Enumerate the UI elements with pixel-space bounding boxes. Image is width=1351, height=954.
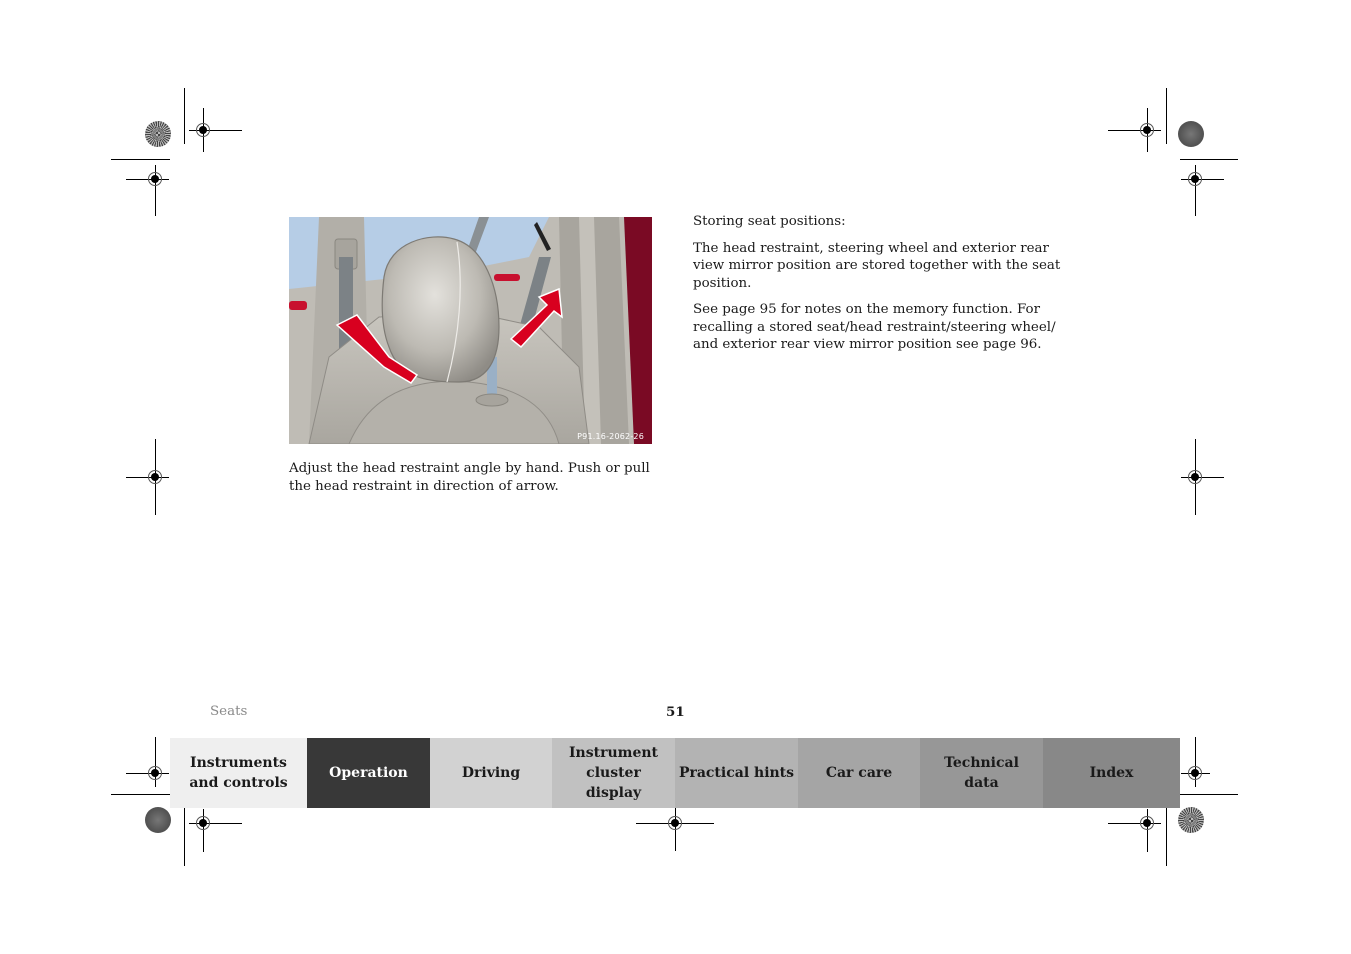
tab-instruments-and-controls[interactable]: Instruments and controls: [170, 738, 307, 808]
page-number: 51: [666, 704, 685, 720]
crop-line: [1166, 808, 1167, 866]
tab-index[interactable]: Index: [1043, 738, 1180, 808]
tab-technical-data[interactable]: Technical data: [920, 738, 1043, 808]
tab-label: Instrument cluster display: [569, 745, 658, 801]
figure-caption: Adjust the head restraint angle by hand.…: [289, 461, 650, 494]
registration-star-icon: [145, 121, 171, 147]
tab-practical-hints[interactable]: Practical hints: [675, 738, 798, 808]
crop-line: [111, 159, 170, 160]
right-column: Storing seat positions: The head restrai…: [693, 213, 1063, 363]
trim-light: [289, 301, 307, 310]
crop-line: [1166, 88, 1167, 144]
chapter-tabs: Instruments and controls Operation Drivi…: [170, 738, 1180, 808]
tab-car-care[interactable]: Car care: [798, 738, 920, 808]
crop-line: [1180, 159, 1238, 160]
tab-label: Driving: [461, 765, 521, 781]
tab-label: Index: [1089, 765, 1134, 781]
illustration-svg: [289, 217, 652, 444]
tab-operation[interactable]: Operation: [307, 738, 430, 808]
tab-label: Practical hints: [678, 765, 795, 781]
tab-label: Car care: [825, 765, 893, 781]
paragraph: The head restraint, steering wheel and e…: [693, 240, 1061, 291]
paragraph: See page 95 for notes on the memory func…: [693, 302, 1056, 352]
section-heading: Storing seat positions:: [693, 214, 846, 229]
footer-section-title: Seats: [210, 704, 248, 719]
crop-line: [1180, 794, 1238, 795]
tab-driving[interactable]: Driving: [430, 738, 552, 808]
tab-instrument-cluster-display[interactable]: Instrument cluster display: [552, 738, 675, 808]
head-restraint-illustration: P91.16-2062-26: [289, 217, 652, 444]
registration-star-icon: [1178, 121, 1204, 147]
registration-star-icon: [1178, 807, 1204, 833]
crop-line: [111, 794, 170, 795]
tab-label: Instruments and controls: [189, 755, 288, 791]
headrest-post-socket: [475, 393, 509, 407]
tab-label: Technical data: [944, 755, 1019, 791]
trim-light: [494, 274, 520, 281]
crop-line: [184, 88, 185, 144]
figure-code: P91.16-2062-26: [577, 432, 644, 441]
tab-label: Operation: [329, 765, 408, 781]
registration-star-icon: [145, 807, 171, 833]
crop-line: [184, 808, 185, 866]
